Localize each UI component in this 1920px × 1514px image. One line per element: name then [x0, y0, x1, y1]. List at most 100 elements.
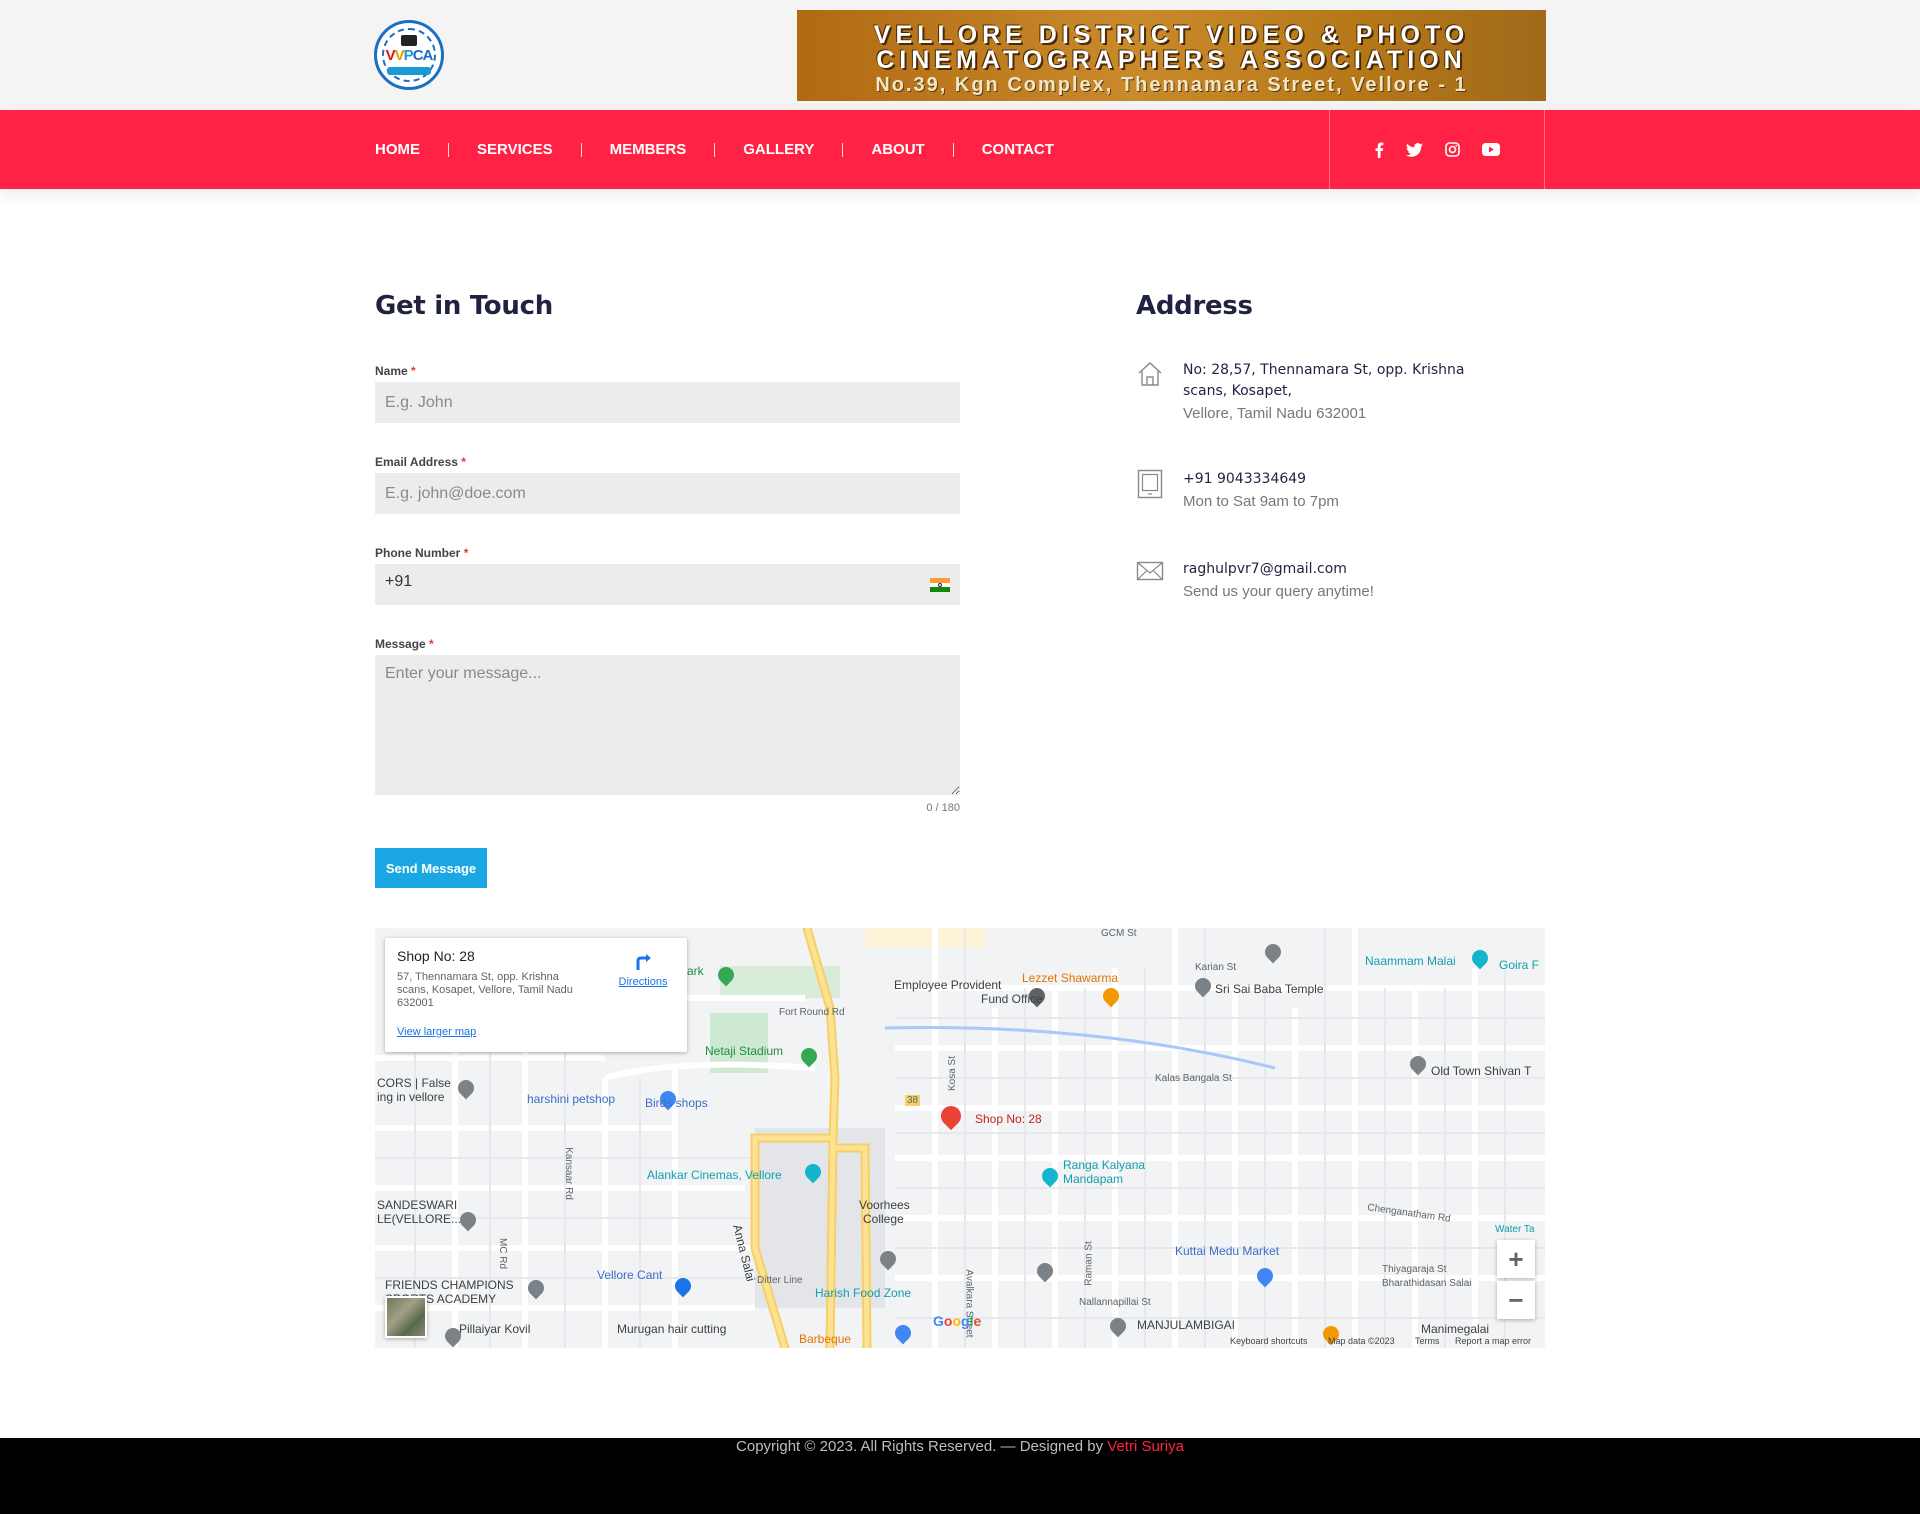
twitter-icon[interactable] — [1406, 142, 1423, 157]
email-label-text: Email Address — [375, 455, 458, 469]
map-label: CORS | False — [377, 1076, 451, 1090]
map-label: Sri Sai Baba Temple — [1215, 982, 1324, 996]
directions-icon — [636, 954, 651, 970]
terms-link[interactable]: Terms — [1415, 1336, 1440, 1346]
nav-gallery[interactable]: GALLERY — [743, 141, 814, 158]
instagram-icon[interactable] — [1445, 142, 1460, 157]
view-larger-map-link[interactable]: View larger map — [397, 1026, 476, 1038]
map-label: Fort Round Rd — [779, 1007, 845, 1018]
map-label: Goira F — [1499, 958, 1540, 972]
info-address: 57, Thennamara St, opp. Krishna scans, K… — [397, 971, 573, 1009]
association-logo[interactable]: VVPCA — [374, 20, 444, 90]
map-label: Water Ta — [1495, 1224, 1535, 1235]
main-nav: HOME SERVICES MEMBERS GALLERY ABOUT CONT… — [375, 110, 1054, 189]
map-label: Kuttai Medu Market — [1175, 1244, 1280, 1258]
map-label: Kalas Bangala St — [1155, 1073, 1232, 1084]
phone-text: +91 9043334649 Mon to Sat 9am to 7pm — [1183, 469, 1513, 513]
phone-label: Phone Number * — [375, 546, 468, 560]
email-label: Email Address * — [375, 455, 466, 469]
banner-line1: VELLORE DISTRICT VIDEO & PHOTO — [873, 21, 1470, 49]
youtube-icon[interactable] — [1482, 143, 1500, 156]
map-label: harshini petshop — [527, 1092, 616, 1106]
zoom-in-button[interactable]: + — [1497, 1240, 1535, 1278]
nav-separator — [580, 142, 582, 157]
banner-line2: CINEMATOGRAPHERS ASSOCIATION — [876, 46, 1467, 74]
nav-about[interactable]: ABOUT — [871, 141, 924, 158]
name-label-text: Name — [375, 364, 408, 378]
form-title: Get in Touch — [375, 291, 553, 321]
copyright-text: Copyright © 2023. All Rights Reserved. —… — [736, 1438, 1104, 1455]
keyboard-shortcuts-link[interactable]: Keyboard shortcuts — [1230, 1336, 1308, 1346]
map-label: Vellore Cant — [597, 1268, 663, 1282]
designer-link[interactable]: Vetri Suriya — [1107, 1438, 1184, 1455]
info-title: Shop No: 28 — [397, 948, 475, 964]
map-label: GCM St — [1101, 928, 1137, 939]
camera-icon — [401, 35, 417, 46]
phone-country-code: +91 — [385, 573, 413, 590]
top-header: VVPCA VELLORE DISTRICT VIDEO & PHOTO CIN… — [0, 0, 1920, 110]
satellite-toggle[interactable] — [385, 1296, 427, 1338]
required-mark: * — [429, 637, 434, 651]
main-navbar: HOME SERVICES MEMBERS GALLERY ABOUT CONT… — [0, 110, 1920, 189]
map-label: Naammam Malai — [1365, 954, 1456, 968]
google-map[interactable]: Employee Provident Fund Office Lezzet Sh… — [375, 928, 1545, 1348]
map-label: Nallannapillai St — [1079, 1297, 1151, 1308]
map-footer: Keyboard shortcuts Map data ©2023 Terms … — [375, 1335, 1545, 1348]
facebook-icon[interactable] — [1374, 142, 1384, 158]
map-label: Old Town Shivan T — [1431, 1064, 1532, 1078]
message-label: Message * — [375, 637, 434, 651]
email-address[interactable]: raghulpvr7@gmail.com — [1183, 559, 1513, 580]
zoom-out-button[interactable]: − — [1497, 1281, 1535, 1319]
phone-hours: Mon to Sat 9am to 7pm — [1183, 493, 1339, 510]
map-label: SANDESWARI — [377, 1198, 458, 1212]
map-label: Murugan hair cutting — [617, 1322, 727, 1336]
map-label: Lezzet Shawarma — [1022, 971, 1119, 985]
address-title: Address — [1136, 291, 1253, 321]
message-label-text: Message — [375, 637, 426, 651]
map-label: Karian St — [1195, 962, 1237, 973]
logo-text: VVPCA — [385, 47, 434, 64]
nav-members[interactable]: MEMBERS — [610, 141, 687, 158]
phone-input[interactable] — [375, 564, 960, 605]
name-input[interactable] — [375, 382, 960, 423]
tablet-icon — [1136, 469, 1164, 504]
map-label: MC Rd — [497, 1237, 509, 1270]
map-label: Bharathidasan Salai — [1382, 1278, 1472, 1289]
phone-number[interactable]: +91 9043334649 — [1183, 469, 1513, 490]
nav-separator — [714, 142, 716, 157]
email-input[interactable] — [375, 473, 960, 514]
map-label: Ranga Kalyana — [1063, 1158, 1146, 1172]
india-flag-icon[interactable] — [930, 578, 950, 592]
map-label: Pillaiyar Kovil — [459, 1322, 531, 1336]
map-label: Birds shops — [645, 1096, 708, 1110]
map-label: Netaji Stadium — [705, 1044, 784, 1058]
directions-link[interactable]: Directions — [613, 950, 673, 988]
logo-ribbon — [387, 67, 431, 75]
nav-separator — [448, 142, 449, 157]
envelope-icon — [1136, 559, 1164, 588]
char-counter: 0 / 180 — [926, 802, 960, 814]
map-label: Alankar Cinemas, Vellore — [647, 1168, 782, 1182]
message-textarea[interactable] — [375, 655, 960, 795]
marker-label: Shop No: 28 — [975, 1112, 1042, 1126]
nav-separator — [842, 142, 844, 157]
nav-services[interactable]: SERVICES — [477, 141, 553, 158]
required-mark: * — [411, 364, 416, 378]
nav-contact[interactable]: CONTACT — [982, 141, 1054, 158]
location-line2: Vellore, Tamil Nadu 632001 — [1183, 405, 1367, 422]
map-label: ing in vellore — [377, 1090, 445, 1104]
map-label: Employee Provident — [894, 978, 1002, 992]
map-label: Manimegalai — [1421, 1322, 1490, 1336]
map-label: Raman St — [1083, 1241, 1095, 1286]
phone-label-text: Phone Number — [375, 546, 461, 560]
nav-separator — [952, 142, 954, 157]
map-label: MANJULAMBIGAI — [1137, 1318, 1236, 1332]
map-label: Kansaar Rd — [562, 1147, 574, 1200]
send-message-button[interactable]: Send Message — [375, 848, 487, 888]
map-info-window: Shop No: 28 57, Thennamara St, opp. Kris… — [385, 938, 687, 1052]
map-label: Thiyagaraja St — [1382, 1264, 1447, 1275]
report-error-link[interactable]: Report a map error — [1455, 1336, 1531, 1346]
map-label: Voorhees — [859, 1198, 910, 1212]
map-label: Fund Office — [981, 992, 1043, 1006]
nav-home[interactable]: HOME — [375, 141, 420, 158]
